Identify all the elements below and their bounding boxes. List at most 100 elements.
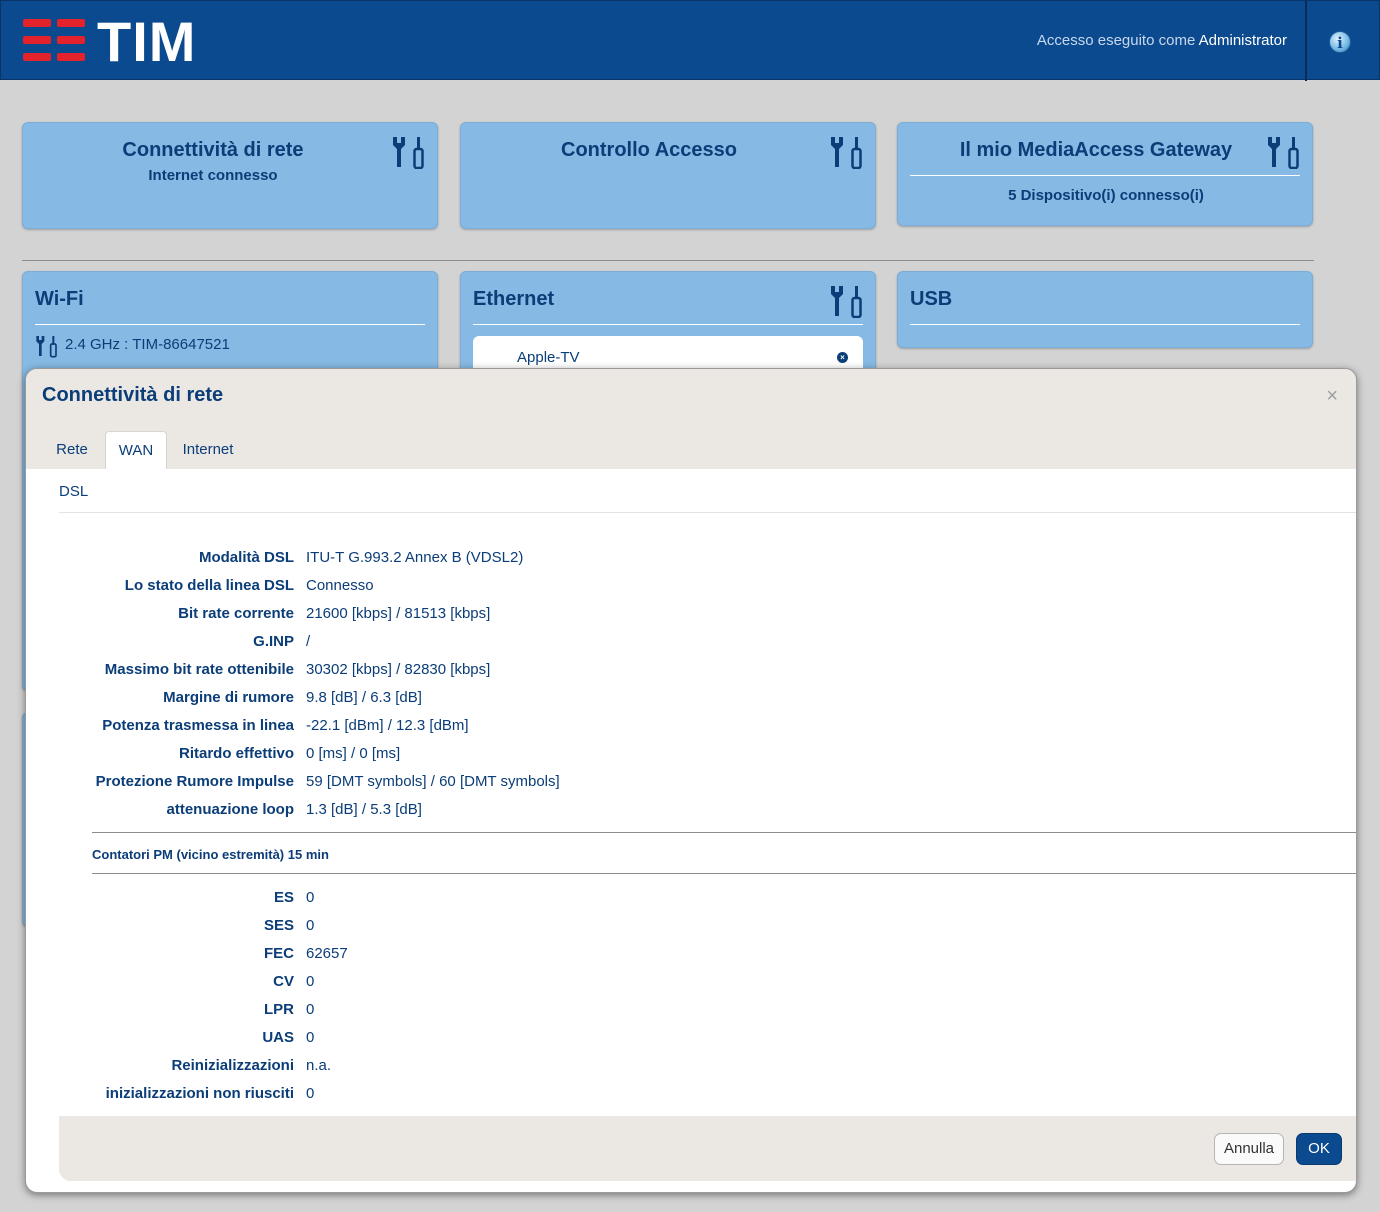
info-row: SES 0	[26, 917, 1326, 941]
info-row-label: UAS	[262, 1029, 294, 1046]
modal-footer: Annulla OK	[59, 1116, 1356, 1181]
pm-counters-title: Contatori PM (vicino estremità) 15 min	[92, 847, 329, 862]
info-row-label: Massimo bit rate ottenibile	[104, 661, 294, 678]
info-row: UAS 0	[26, 1029, 1326, 1053]
info-row-value: 0	[306, 1029, 315, 1046]
close-icon[interactable]: ×	[1326, 385, 1338, 408]
info-row-value: 0	[306, 1001, 315, 1018]
info-row-value: n.a.	[306, 1057, 332, 1074]
card-gateway[interactable]: Il mio MediaAccess Gateway 5 Dispositivo…	[897, 122, 1313, 226]
info-row-value: 1.3 [dB] / 5.3 [dB]	[306, 801, 422, 818]
card-connettivita-status: Internet connesso	[148, 167, 278, 184]
card-usb[interactable]: USB	[897, 271, 1313, 348]
info-row: inizializzazioni non riusciti 0	[26, 1085, 1326, 1109]
info-row-value: -22.1 [dBm] / 12.3 [dBm]	[306, 717, 469, 734]
info-row: Modalità DSL ITU-T G.993.2 Annex B (VDSL2…	[26, 549, 1326, 573]
settings-tools-icon[interactable]	[829, 284, 865, 318]
remove-device-icon[interactable]: ×	[837, 352, 848, 363]
modal-title: Connettività di rete	[42, 384, 224, 406]
info-row-label: Modalità DSL	[198, 549, 294, 566]
info-row-label: LPR	[264, 1001, 294, 1018]
pm-divider-top	[92, 832, 1356, 833]
header-separator	[1305, 1, 1307, 81]
card-ethernet-divider	[473, 324, 863, 325]
info-row-value: 0	[306, 889, 315, 906]
info-row-label: Bit rate corrente	[178, 605, 294, 622]
card-connettivita[interactable]: Connettività di rete Internet connesso	[22, 122, 438, 229]
section-divider	[59, 512, 1356, 513]
tab-rete[interactable]: Rete	[42, 431, 102, 469]
settings-tools-icon[interactable]	[1266, 135, 1302, 169]
info-row: G.INP /	[26, 633, 1326, 657]
cancel-button[interactable]: Annulla	[1214, 1133, 1284, 1165]
info-row-value: Connesso	[306, 577, 374, 594]
info-row-label: Lo stato della linea DSL	[124, 577, 294, 594]
tab-wan[interactable]: WAN	[105, 431, 167, 469]
info-row: attenuazione loop 1.3 [dB] / 5.3 [dB]	[26, 801, 1326, 825]
info-row-value: 0	[306, 1085, 315, 1102]
info-row-label: Protezione Rumore Impulse	[95, 773, 294, 790]
info-row: Massimo bit rate ottenibile 30302 [kbps] …	[26, 661, 1326, 685]
ethernet-device-item[interactable]: Apple-TV	[517, 349, 580, 366]
section-rule	[22, 260, 1314, 261]
info-row: FEC 62657	[26, 945, 1326, 969]
tim-logo-bars-icon	[23, 17, 85, 63]
card-usb-title: USB	[910, 288, 953, 310]
ok-button[interactable]: OK	[1296, 1133, 1342, 1165]
card-connettivita-title: Connettività di rete	[122, 139, 304, 161]
card-wifi-title: Wi-Fi	[35, 288, 84, 310]
info-row-value: /	[306, 633, 311, 650]
pm-divider-bottom	[92, 873, 1356, 874]
card-controllo-accesso[interactable]: Controllo Accesso	[460, 122, 876, 229]
info-row-label: CV	[273, 973, 294, 990]
login-user[interactable]: Administrator	[1199, 32, 1287, 49]
info-row-label: Reinizializzazioni	[171, 1057, 294, 1074]
top-header: TIM Accesso eseguito come Administrator …	[0, 0, 1380, 81]
info-row-label: Margine di rumore	[163, 689, 294, 706]
section-dsl-title: DSL	[59, 483, 89, 500]
info-row-value: 21600 [kbps] / 81513 [kbps]	[306, 605, 491, 622]
tab-internet[interactable]: Internet	[172, 431, 244, 469]
info-row: CV 0	[26, 973, 1326, 997]
card-gateway-divider	[910, 175, 1300, 176]
card-wifi-divider	[35, 324, 425, 325]
info-row: Margine di rumore 9.8 [dB] / 6.3 [dB]	[26, 689, 1326, 713]
settings-tools-icon[interactable]	[829, 135, 865, 169]
info-row-label: attenuazione loop	[166, 801, 295, 818]
info-icon[interactable]: i	[1329, 31, 1351, 53]
info-row-value: 59 [DMT symbols] / 60 [DMT symbols]	[306, 773, 560, 790]
info-row-label: Ritardo effettivo	[178, 745, 294, 762]
info-row: Lo stato della linea DSL Connesso	[26, 577, 1326, 601]
info-row: Reinizializzazioni n.a.	[26, 1057, 1326, 1081]
info-row: ES 0	[26, 889, 1326, 913]
info-row-value: ITU-T G.993.2 Annex B (VDSL2)	[306, 549, 524, 566]
login-info: Accesso eseguito come Administrator	[1037, 32, 1287, 49]
info-row: LPR 0	[26, 1001, 1326, 1025]
wifi-network[interactable]: 2.4 GHz : TIM-86647521	[65, 336, 230, 353]
card-ethernet-title: Ethernet	[473, 288, 555, 310]
card-controllo-title: Controllo Accesso	[561, 139, 737, 161]
info-row-value: 30302 [kbps] / 82830 [kbps]	[306, 661, 491, 678]
wifi-settings-tools-icon[interactable]	[35, 334, 59, 358]
info-row-label: FEC	[264, 945, 294, 962]
tim-logo-text: TIM	[97, 10, 197, 73]
modal-header: Connettività di rete × Rete WAN Internet	[26, 369, 1356, 469]
info-row-label: G.INP	[253, 633, 294, 650]
info-row: Potenza trasmessa in linea -22.1 [dBm] / …	[26, 717, 1326, 741]
login-prefix: Accesso eseguito come	[1036, 32, 1196, 49]
settings-tools-icon[interactable]	[391, 135, 427, 169]
info-row-value: 62657	[306, 945, 348, 962]
info-row-label: inizializzazioni non riusciti	[105, 1085, 294, 1102]
card-gateway-title: Il mio MediaAccess Gateway	[959, 139, 1233, 161]
info-row-value: 0	[306, 973, 315, 990]
card-usb-divider	[910, 324, 1300, 325]
info-row-label: SES	[263, 917, 294, 934]
connettivita-modal: Connettività di rete × Rete WAN Internet…	[25, 368, 1357, 1193]
info-row-value: 0	[306, 917, 315, 934]
info-row: Ritardo effettivo 0 [ms] / 0 [ms]	[26, 745, 1326, 769]
info-row: Protezione Rumore Impulse 59 [DMT symbols…	[26, 773, 1326, 797]
info-row-value: 9.8 [dB] / 6.3 [dB]	[306, 689, 422, 706]
info-row-label: Potenza trasmessa in linea	[102, 717, 294, 734]
card-gateway-devices: 5 Dispositivo(i) connesso(i)	[1008, 187, 1204, 204]
info-row-label: ES	[273, 889, 294, 906]
